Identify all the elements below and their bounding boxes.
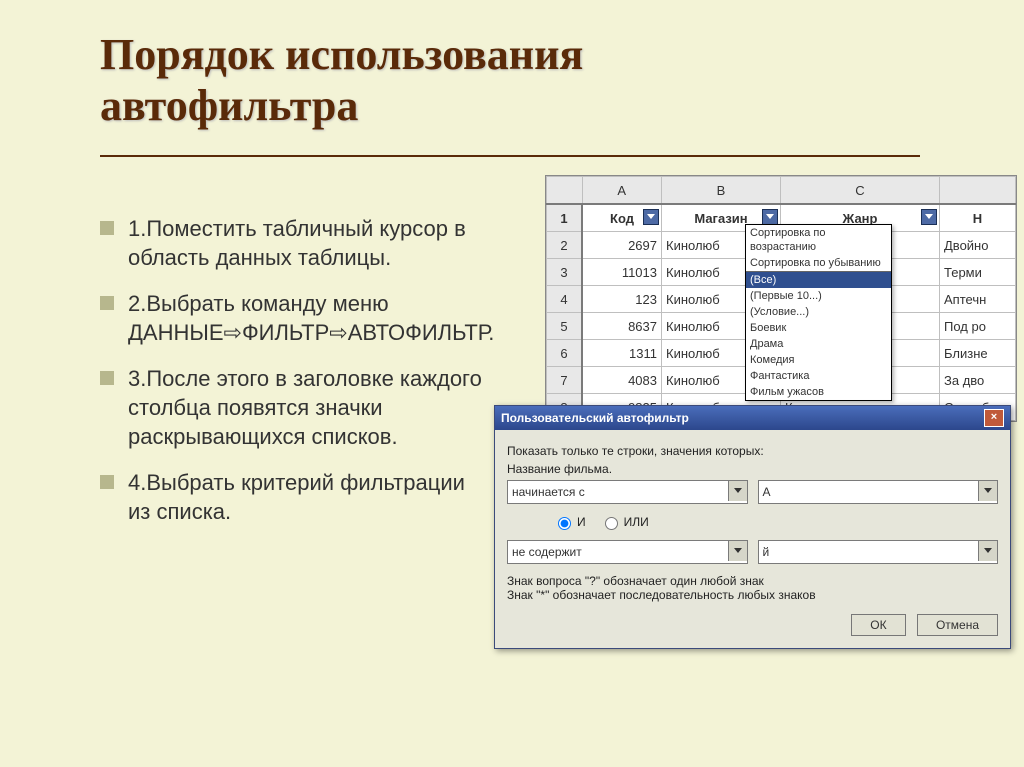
radio-and[interactable]: И [553,514,586,530]
filter-dropdown-button[interactable] [643,209,659,225]
cell[interactable]: 8637 [582,313,662,340]
cell[interactable]: 11013 [582,259,662,286]
title-underline [100,155,920,157]
logic-radio-group: И ИЛИ [553,514,998,530]
cell[interactable]: Под ро [940,313,1016,340]
bullet-marker [100,296,114,310]
title-line-1: Порядок использования [100,30,583,79]
cell[interactable]: Двойно [940,232,1016,259]
bullet-3: 3.После этого в заголовке каждого столбц… [100,365,490,451]
bullet-text: 4.Выбрать критерий фильтрации из списка. [128,469,490,526]
dialog-title: Пользовательский автофильтр [501,411,689,425]
bullet-text: 2.Выбрать команду меню ДАННЫЕФИЛЬТРАВТОФ… [128,290,494,347]
bullet-text: 1.Поместить табличный курсор в область д… [128,215,490,272]
dialog-show-rows-label: Показать только те строки, значения кото… [507,444,998,458]
dropdown-item-sort-desc[interactable]: Сортировка по убыванию [746,255,891,272]
cell[interactable]: 123 [582,286,662,313]
dialog-hint-2: Знак "*" обозначает последовательность л… [507,588,998,602]
cell[interactable]: 1311 [582,340,662,367]
filter-dropdown-button[interactable] [921,209,937,225]
bullet-marker [100,371,114,385]
filter-dropdown-button[interactable] [762,209,778,225]
dropdown-item-all[interactable]: (Все) [746,272,891,288]
row-head[interactable]: 7 [547,367,583,394]
dialog-titlebar[interactable]: Пользовательский автофильтр × [495,406,1010,430]
custom-autofilter-dialog: Пользовательский автофильтр × Показать т… [494,405,1011,649]
value-2-combo[interactable]: й [758,540,999,564]
bullet-1: 1.Поместить табличный курсор в область д… [100,215,490,272]
ok-button[interactable]: ОК [851,614,905,636]
dropdown-item-sort-asc[interactable]: Сортировка по возрастанию [746,225,891,255]
col-head-c[interactable]: C [781,177,940,205]
chevron-down-icon[interactable] [978,541,997,561]
cell[interactable]: 4083 [582,367,662,394]
chevron-down-icon[interactable] [978,481,997,501]
row-head[interactable]: 2 [547,232,583,259]
dropdown-item-genre[interactable]: Комедия [746,352,891,368]
filter-dropdown-menu: Сортировка по возрастанию Сортировка по … [745,224,892,401]
row-head[interactable]: 1 [547,204,583,232]
row-head[interactable]: 5 [547,313,583,340]
hdr-na: Н [940,204,1016,232]
col-head-a[interactable]: A [582,177,662,205]
title-line-2: автофильтра [100,81,358,130]
dropdown-item-genre[interactable]: Драма [746,336,891,352]
cell[interactable]: Терми [940,259,1016,286]
bullet-marker [100,221,114,235]
cell[interactable]: 2697 [582,232,662,259]
value-1-combo[interactable]: А [758,480,999,504]
hdr-kod: Код [582,204,662,232]
dialog-field-label: Название фильма. [507,462,998,476]
chevron-down-icon[interactable] [728,481,747,501]
operator-2-combo[interactable]: не содержит [507,540,748,564]
bullet-text: 3.После этого в заголовке каждого столбц… [128,365,490,451]
dropdown-item-genre[interactable]: Фильм ужасов [746,384,891,400]
cancel-button[interactable]: Отмена [917,614,998,636]
row-head[interactable]: 3 [547,259,583,286]
dialog-hint-1: Знак вопроса "?" обозначает один любой з… [507,574,998,588]
bullet-list: 1.Поместить табличный курсор в область д… [100,215,490,544]
dropdown-item-condition[interactable]: (Условие...) [746,304,891,320]
dropdown-item-genre[interactable]: Боевик [746,320,891,336]
arrow-icon [329,320,347,345]
radio-or[interactable]: ИЛИ [600,514,649,530]
cell[interactable]: Аптечн [940,286,1016,313]
corner-cell [547,177,583,205]
slide-title: Порядок использования автофильтра [100,30,920,131]
row-head[interactable]: 6 [547,340,583,367]
dropdown-item-genre[interactable]: Фантастика [746,368,891,384]
col-head-b[interactable]: B [662,177,781,205]
close-button[interactable]: × [984,409,1004,427]
bullet-marker [100,475,114,489]
row-head[interactable]: 4 [547,286,583,313]
arrow-icon [224,320,242,345]
operator-1-combo[interactable]: начинается с [507,480,748,504]
dropdown-item-top10[interactable]: (Первые 10...) [746,288,891,304]
cell[interactable]: За дво [940,367,1016,394]
cell[interactable]: Близне [940,340,1016,367]
chevron-down-icon[interactable] [728,541,747,561]
col-head-d[interactable] [940,177,1016,205]
bullet-2: 2.Выбрать команду меню ДАННЫЕФИЛЬТРАВТОФ… [100,290,490,347]
bullet-4: 4.Выбрать критерий фильтрации из списка. [100,469,490,526]
